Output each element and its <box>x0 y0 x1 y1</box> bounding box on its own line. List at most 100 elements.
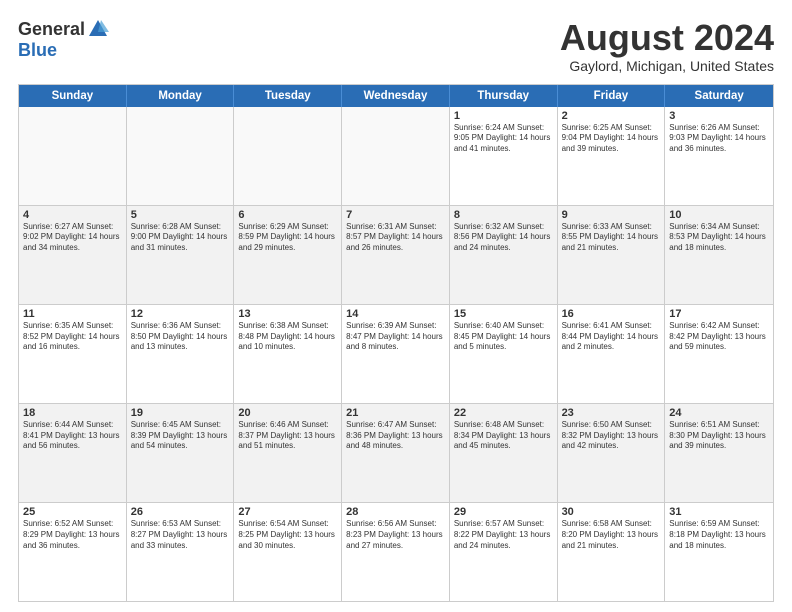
cal-cell-8: 8Sunrise: 6:32 AM Sunset: 8:56 PM Daylig… <box>450 206 558 304</box>
cal-cell-12: 12Sunrise: 6:36 AM Sunset: 8:50 PM Dayli… <box>127 305 235 403</box>
day-number: 29 <box>454 506 553 518</box>
day-number: 12 <box>131 308 230 320</box>
cell-info: Sunrise: 6:58 AM Sunset: 8:20 PM Dayligh… <box>562 519 661 551</box>
cell-info: Sunrise: 6:31 AM Sunset: 8:57 PM Dayligh… <box>346 222 445 254</box>
cell-info: Sunrise: 6:36 AM Sunset: 8:50 PM Dayligh… <box>131 321 230 353</box>
day-number: 30 <box>562 506 661 518</box>
cal-cell-empty-1 <box>127 107 235 205</box>
cal-cell-15: 15Sunrise: 6:40 AM Sunset: 8:45 PM Dayli… <box>450 305 558 403</box>
day-number: 27 <box>238 506 337 518</box>
day-number: 5 <box>131 209 230 221</box>
cell-info: Sunrise: 6:28 AM Sunset: 9:00 PM Dayligh… <box>131 222 230 254</box>
cell-info: Sunrise: 6:29 AM Sunset: 8:59 PM Dayligh… <box>238 222 337 254</box>
cell-info: Sunrise: 6:56 AM Sunset: 8:23 PM Dayligh… <box>346 519 445 551</box>
cal-cell-4: 4Sunrise: 6:27 AM Sunset: 9:02 PM Daylig… <box>19 206 127 304</box>
cal-cell-18: 18Sunrise: 6:44 AM Sunset: 8:41 PM Dayli… <box>19 404 127 502</box>
day-number: 31 <box>669 506 769 518</box>
header-day-monday: Monday <box>127 85 235 107</box>
cal-cell-14: 14Sunrise: 6:39 AM Sunset: 8:47 PM Dayli… <box>342 305 450 403</box>
cell-info: Sunrise: 6:24 AM Sunset: 9:05 PM Dayligh… <box>454 123 553 155</box>
cal-cell-empty-2 <box>234 107 342 205</box>
day-number: 4 <box>23 209 122 221</box>
day-number: 10 <box>669 209 769 221</box>
calendar-row-3: 18Sunrise: 6:44 AM Sunset: 8:41 PM Dayli… <box>19 403 773 502</box>
day-number: 8 <box>454 209 553 221</box>
day-number: 26 <box>131 506 230 518</box>
cell-info: Sunrise: 6:25 AM Sunset: 9:04 PM Dayligh… <box>562 123 661 155</box>
day-number: 24 <box>669 407 769 419</box>
cal-cell-empty-0 <box>19 107 127 205</box>
day-number: 2 <box>562 110 661 122</box>
day-number: 20 <box>238 407 337 419</box>
header-day-friday: Friday <box>558 85 666 107</box>
cal-cell-9: 9Sunrise: 6:33 AM Sunset: 8:55 PM Daylig… <box>558 206 666 304</box>
cal-cell-2: 2Sunrise: 6:25 AM Sunset: 9:04 PM Daylig… <box>558 107 666 205</box>
cal-cell-19: 19Sunrise: 6:45 AM Sunset: 8:39 PM Dayli… <box>127 404 235 502</box>
cal-cell-23: 23Sunrise: 6:50 AM Sunset: 8:32 PM Dayli… <box>558 404 666 502</box>
cell-info: Sunrise: 6:52 AM Sunset: 8:29 PM Dayligh… <box>23 519 122 551</box>
logo: General Blue <box>18 18 109 61</box>
cal-cell-3: 3Sunrise: 6:26 AM Sunset: 9:03 PM Daylig… <box>665 107 773 205</box>
cal-cell-27: 27Sunrise: 6:54 AM Sunset: 8:25 PM Dayli… <box>234 503 342 601</box>
cell-info: Sunrise: 6:48 AM Sunset: 8:34 PM Dayligh… <box>454 420 553 452</box>
cal-cell-6: 6Sunrise: 6:29 AM Sunset: 8:59 PM Daylig… <box>234 206 342 304</box>
cal-cell-16: 16Sunrise: 6:41 AM Sunset: 8:44 PM Dayli… <box>558 305 666 403</box>
cal-cell-20: 20Sunrise: 6:46 AM Sunset: 8:37 PM Dayli… <box>234 404 342 502</box>
cell-info: Sunrise: 6:39 AM Sunset: 8:47 PM Dayligh… <box>346 321 445 353</box>
cal-cell-10: 10Sunrise: 6:34 AM Sunset: 8:53 PM Dayli… <box>665 206 773 304</box>
header-day-thursday: Thursday <box>450 85 558 107</box>
day-number: 7 <box>346 209 445 221</box>
cal-cell-29: 29Sunrise: 6:57 AM Sunset: 8:22 PM Dayli… <box>450 503 558 601</box>
cal-cell-13: 13Sunrise: 6:38 AM Sunset: 8:48 PM Dayli… <box>234 305 342 403</box>
day-number: 9 <box>562 209 661 221</box>
cal-cell-30: 30Sunrise: 6:58 AM Sunset: 8:20 PM Dayli… <box>558 503 666 601</box>
calendar-body: 1Sunrise: 6:24 AM Sunset: 9:05 PM Daylig… <box>19 107 773 601</box>
page: General Blue August 2024 Gaylord, Michig… <box>0 0 792 612</box>
cell-info: Sunrise: 6:59 AM Sunset: 8:18 PM Dayligh… <box>669 519 769 551</box>
calendar-row-2: 11Sunrise: 6:35 AM Sunset: 8:52 PM Dayli… <box>19 304 773 403</box>
cell-info: Sunrise: 6:40 AM Sunset: 8:45 PM Dayligh… <box>454 321 553 353</box>
title-block: August 2024 Gaylord, Michigan, United St… <box>560 18 774 74</box>
day-number: 17 <box>669 308 769 320</box>
day-number: 22 <box>454 407 553 419</box>
cell-info: Sunrise: 6:38 AM Sunset: 8:48 PM Dayligh… <box>238 321 337 353</box>
cal-cell-17: 17Sunrise: 6:42 AM Sunset: 8:42 PM Dayli… <box>665 305 773 403</box>
location: Gaylord, Michigan, United States <box>560 58 774 74</box>
day-number: 14 <box>346 308 445 320</box>
cal-cell-26: 26Sunrise: 6:53 AM Sunset: 8:27 PM Dayli… <box>127 503 235 601</box>
day-number: 11 <box>23 308 122 320</box>
month-year: August 2024 <box>560 18 774 58</box>
calendar: SundayMondayTuesdayWednesdayThursdayFrid… <box>18 84 774 602</box>
cell-info: Sunrise: 6:45 AM Sunset: 8:39 PM Dayligh… <box>131 420 230 452</box>
cal-cell-7: 7Sunrise: 6:31 AM Sunset: 8:57 PM Daylig… <box>342 206 450 304</box>
cell-info: Sunrise: 6:32 AM Sunset: 8:56 PM Dayligh… <box>454 222 553 254</box>
day-number: 6 <box>238 209 337 221</box>
cal-cell-31: 31Sunrise: 6:59 AM Sunset: 8:18 PM Dayli… <box>665 503 773 601</box>
logo-blue-text: Blue <box>18 40 57 61</box>
day-number: 23 <box>562 407 661 419</box>
day-number: 18 <box>23 407 122 419</box>
day-number: 28 <box>346 506 445 518</box>
calendar-row-4: 25Sunrise: 6:52 AM Sunset: 8:29 PM Dayli… <box>19 502 773 601</box>
cell-info: Sunrise: 6:34 AM Sunset: 8:53 PM Dayligh… <box>669 222 769 254</box>
header-day-wednesday: Wednesday <box>342 85 450 107</box>
day-number: 3 <box>669 110 769 122</box>
day-number: 25 <box>23 506 122 518</box>
day-number: 19 <box>131 407 230 419</box>
header: General Blue August 2024 Gaylord, Michig… <box>18 18 774 74</box>
cell-info: Sunrise: 6:54 AM Sunset: 8:25 PM Dayligh… <box>238 519 337 551</box>
day-number: 13 <box>238 308 337 320</box>
day-number: 1 <box>454 110 553 122</box>
cell-info: Sunrise: 6:41 AM Sunset: 8:44 PM Dayligh… <box>562 321 661 353</box>
cal-cell-22: 22Sunrise: 6:48 AM Sunset: 8:34 PM Dayli… <box>450 404 558 502</box>
calendar-row-0: 1Sunrise: 6:24 AM Sunset: 9:05 PM Daylig… <box>19 107 773 205</box>
logo-icon <box>87 18 109 40</box>
cal-cell-11: 11Sunrise: 6:35 AM Sunset: 8:52 PM Dayli… <box>19 305 127 403</box>
header-day-sunday: Sunday <box>19 85 127 107</box>
logo-general-text: General <box>18 19 85 40</box>
cell-info: Sunrise: 6:42 AM Sunset: 8:42 PM Dayligh… <box>669 321 769 353</box>
calendar-row-1: 4Sunrise: 6:27 AM Sunset: 9:02 PM Daylig… <box>19 205 773 304</box>
calendar-header: SundayMondayTuesdayWednesdayThursdayFrid… <box>19 85 773 107</box>
cal-cell-5: 5Sunrise: 6:28 AM Sunset: 9:00 PM Daylig… <box>127 206 235 304</box>
cal-cell-24: 24Sunrise: 6:51 AM Sunset: 8:30 PM Dayli… <box>665 404 773 502</box>
